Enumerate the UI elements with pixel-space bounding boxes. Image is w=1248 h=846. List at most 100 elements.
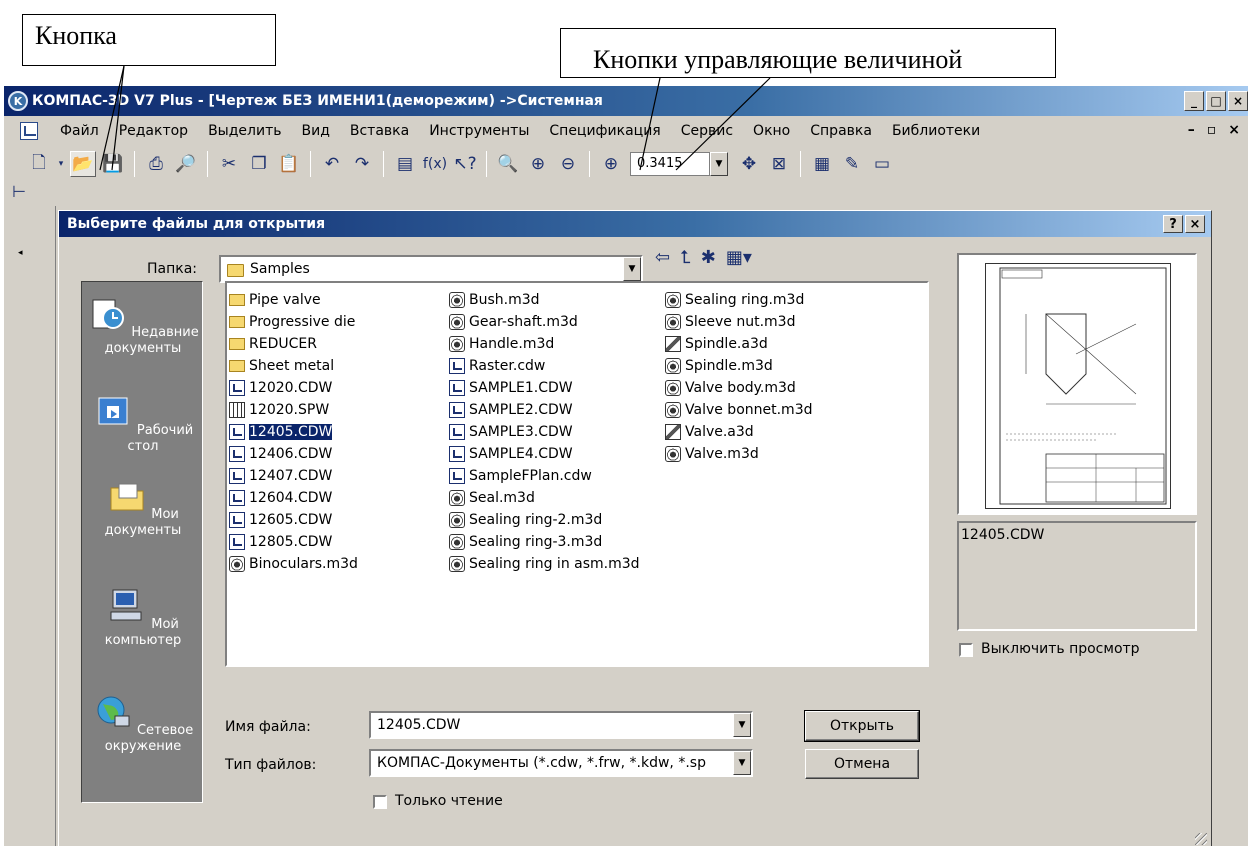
open-file-icon[interactable]: 📂 bbox=[70, 151, 96, 177]
file-item[interactable]: Spindle.m3d bbox=[665, 355, 816, 377]
panel-icon[interactable]: ▭ bbox=[869, 151, 895, 177]
dialog-close-button[interactable]: × bbox=[1185, 215, 1205, 233]
panel-expand-icon[interactable]: ◂ bbox=[18, 248, 23, 258]
view-menu-icon[interactable]: ▦▾ bbox=[726, 247, 752, 268]
menu-libraries[interactable]: Библиотеки bbox=[892, 123, 980, 139]
file-item[interactable]: 12405.CDW bbox=[229, 421, 361, 443]
print-icon[interactable]: ⎙ bbox=[143, 151, 169, 177]
file-item[interactable]: Sealing ring.m3d bbox=[665, 289, 816, 311]
cut-icon[interactable]: ✂ bbox=[216, 151, 242, 177]
layers-icon[interactable]: ▦ bbox=[809, 151, 835, 177]
filename-dropdown-icon[interactable]: ▼ bbox=[733, 713, 751, 737]
pan-icon[interactable]: ✥ bbox=[736, 151, 762, 177]
menu-specification[interactable]: Спецификация bbox=[549, 123, 660, 139]
file-item[interactable]: Sheet metal bbox=[229, 355, 361, 377]
place-desktop[interactable]: Рабочий стол bbox=[82, 394, 204, 455]
file-item[interactable]: Valve.m3d bbox=[665, 443, 816, 465]
readonly-checkbox[interactable] bbox=[373, 795, 387, 809]
dialog-help-button[interactable]: ? bbox=[1163, 215, 1183, 233]
file-item[interactable]: SAMPLE2.CDW bbox=[449, 399, 643, 421]
menu-tools[interactable]: Инструменты bbox=[429, 123, 529, 139]
file-item[interactable]: 12406.CDW bbox=[229, 443, 361, 465]
place-my-computer[interactable]: Мой компьютер bbox=[82, 588, 204, 649]
maximize-button[interactable]: □ bbox=[1206, 91, 1226, 111]
filename-combo[interactable]: 12405.CDW ▼ bbox=[369, 711, 753, 739]
close-button[interactable]: × bbox=[1228, 91, 1248, 111]
file-item[interactable]: SampleFPlan.cdw bbox=[449, 465, 643, 487]
file-item[interactable]: Spindle.a3d bbox=[665, 333, 816, 355]
file-item[interactable]: 12805.CDW bbox=[229, 531, 361, 553]
file-item[interactable]: Bush.m3d bbox=[449, 289, 643, 311]
menu-file[interactable]: Файл bbox=[60, 123, 99, 139]
menu-window[interactable]: Окно bbox=[753, 123, 790, 139]
menu-help[interactable]: Справка bbox=[810, 123, 872, 139]
file-item[interactable]: Handle.m3d bbox=[449, 333, 643, 355]
redo-icon[interactable]: ↷ bbox=[349, 151, 375, 177]
zoom-out-icon[interactable]: ⊖ bbox=[555, 151, 581, 177]
file-item[interactable]: Sealing ring in asm.m3d bbox=[449, 553, 643, 575]
save-icon[interactable]: 💾 bbox=[100, 151, 126, 177]
function-icon[interactable]: f(x) bbox=[422, 151, 448, 177]
doc-restore-button[interactable]: ▫ bbox=[1207, 122, 1217, 138]
file-item[interactable]: 12604.CDW bbox=[229, 487, 361, 509]
file-item[interactable]: SAMPLE4.CDW bbox=[449, 443, 643, 465]
file-item[interactable]: 12407.CDW bbox=[229, 465, 361, 487]
doc-close-button[interactable]: × bbox=[1228, 122, 1240, 138]
menu-service[interactable]: Сервис bbox=[681, 123, 733, 139]
folder-combo[interactable]: Samples ▼ bbox=[219, 255, 643, 283]
file-item[interactable]: Gear-shaft.m3d bbox=[449, 311, 643, 333]
place-network[interactable]: Сетевое окружение bbox=[82, 694, 204, 755]
minimize-button[interactable]: _ bbox=[1184, 91, 1204, 111]
file-item[interactable]: SAMPLE1.CDW bbox=[449, 377, 643, 399]
paste-icon[interactable]: 📋 bbox=[276, 151, 302, 177]
zoom-in-icon[interactable]: ⊕ bbox=[525, 151, 551, 177]
file-item[interactable]: 12020.CDW bbox=[229, 377, 361, 399]
copy-icon[interactable]: ❐ bbox=[246, 151, 272, 177]
file-item[interactable]: Sealing ring-3.m3d bbox=[449, 531, 643, 553]
file-item[interactable]: 12020.SPW bbox=[229, 399, 361, 421]
new-folder-icon[interactable]: ✱ bbox=[701, 247, 716, 268]
menu-editor[interactable]: Редактор bbox=[119, 123, 188, 139]
menu-insert[interactable]: Вставка bbox=[350, 123, 409, 139]
properties-icon[interactable]: ✎ bbox=[839, 151, 865, 177]
file-item[interactable]: Seal.m3d bbox=[449, 487, 643, 509]
document-icon[interactable] bbox=[20, 122, 38, 140]
file-item[interactable]: SAMPLE3.CDW bbox=[449, 421, 643, 443]
menu-view[interactable]: Вид bbox=[301, 123, 329, 139]
filetype-dropdown-icon[interactable]: ▼ bbox=[733, 751, 751, 775]
file-item[interactable]: Valve body.m3d bbox=[665, 377, 816, 399]
file-item[interactable]: REDUCER bbox=[229, 333, 361, 355]
zoom-value-input[interactable]: 0.3415 bbox=[630, 152, 710, 176]
file-item[interactable]: Valve bonnet.m3d bbox=[665, 399, 816, 421]
file-item[interactable]: Pipe valve bbox=[229, 289, 361, 311]
place-my-documents[interactable]: Мои документы bbox=[82, 478, 204, 539]
place-recent[interactable]: Недавние документы bbox=[82, 296, 204, 357]
zoom-dropdown-icon[interactable]: ▼ bbox=[710, 152, 728, 176]
file-list[interactable]: Pipe valve Progressive die REDUCER Sheet me… bbox=[225, 281, 929, 667]
up-folder-icon[interactable]: ⮤ bbox=[680, 247, 691, 268]
show-all-icon[interactable]: ⊠ bbox=[766, 151, 792, 177]
doc-minimize-button[interactable]: – bbox=[1188, 122, 1195, 138]
new-document-icon[interactable]: 🗋 bbox=[26, 151, 52, 177]
file-item[interactable]: Progressive die bbox=[229, 311, 361, 333]
menu-select[interactable]: Выделить bbox=[208, 123, 281, 139]
cancel-button[interactable]: Отмена bbox=[805, 749, 919, 779]
zoom-scale-icon[interactable]: ⊕ bbox=[598, 151, 624, 177]
new-dropdown-icon[interactable]: ▾ bbox=[56, 151, 66, 177]
back-icon[interactable]: ⇦ bbox=[655, 247, 670, 268]
folder-dropdown-icon[interactable]: ▼ bbox=[623, 257, 641, 281]
filetype-combo[interactable]: КОМПАС-Документы (*.cdw, *.frw, *.kdw, *… bbox=[369, 749, 753, 777]
zoom-window-icon[interactable]: 🔍 bbox=[495, 151, 521, 177]
disable-preview-checkbox[interactable] bbox=[959, 643, 973, 657]
print-preview-icon[interactable]: 🔎 bbox=[173, 151, 199, 177]
undo-icon[interactable]: ↶ bbox=[319, 151, 345, 177]
file-item[interactable]: Binoculars.m3d bbox=[229, 553, 361, 575]
dimension-tool-icon[interactable]: ⊢ bbox=[12, 182, 32, 204]
manager-icon[interactable]: ▤ bbox=[392, 151, 418, 177]
file-item[interactable]: Raster.cdw bbox=[449, 355, 643, 377]
file-item[interactable]: Sealing ring-2.m3d bbox=[449, 509, 643, 531]
file-item[interactable]: 12605.CDW bbox=[229, 509, 361, 531]
resize-grip[interactable] bbox=[1195, 833, 1207, 845]
file-item[interactable]: Valve.a3d bbox=[665, 421, 816, 443]
help-pointer-icon[interactable]: ↖? bbox=[452, 151, 478, 177]
